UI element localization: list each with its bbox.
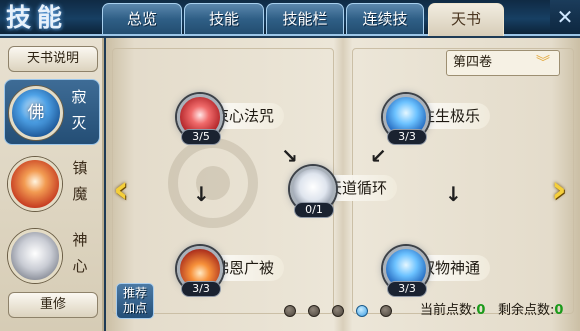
tab-heavenly-book[interactable]: 天书 [428, 3, 504, 36]
tab-skills[interactable]: 技能 [184, 3, 264, 34]
book-sidebar: 天书说明 佛 寂灭 镇魔 神心 重修 [0, 38, 104, 331]
book-name: 寂灭 [71, 88, 87, 132]
tab-combo[interactable]: 连续技 [346, 3, 424, 34]
tab-skill-bar[interactable]: 技能栏 [266, 3, 344, 34]
skill-level: 3/3 [181, 281, 221, 297]
buddha-orb-icon: 佛 [9, 86, 63, 140]
recommend-points-button[interactable]: 推荐 加点 [116, 283, 154, 319]
arrow-down-left-icon: ↙ [370, 144, 387, 168]
book-info-button[interactable]: 天书说明 [8, 46, 98, 72]
arrow-down-right-icon: ↘ [281, 144, 298, 168]
chevron-down-icon: ︾ [536, 55, 550, 71]
tab-overview[interactable]: 总览 [102, 3, 182, 34]
book-item-shenxin[interactable]: 神心 [4, 223, 100, 289]
volume-select[interactable]: 第四卷 ︾ [446, 50, 560, 76]
top-bar: 技能 总览 技能 技能栏 连续技 天书 ✕ [0, 0, 580, 36]
page-dot[interactable] [332, 305, 344, 317]
arrow-down-icon: ↓ [445, 182, 462, 206]
respec-button[interactable]: 重修 [8, 292, 98, 318]
page-dot-active[interactable] [356, 305, 368, 317]
page-dot[interactable] [380, 305, 392, 317]
volume-value: 第四卷 [453, 55, 493, 70]
window-title: 技能 [6, 3, 69, 32]
prev-page-arrow-icon[interactable]: ‹ [106, 166, 136, 212]
book-name: 镇魔 [72, 159, 88, 203]
taiji-watermark-icon [168, 138, 258, 228]
skill-level: 0/1 [294, 202, 334, 218]
skill-level: 3/5 [181, 129, 221, 145]
demon-orb-icon [8, 157, 62, 211]
book-item-jimie[interactable]: 佛 寂灭 [4, 79, 100, 145]
page-dot[interactable] [308, 305, 320, 317]
arrow-down-icon: ↓ [193, 182, 210, 206]
skill-window: 技能 总览 技能 技能栏 连续技 天书 ✕ 天书说明 佛 寂灭 镇魔 神心 重修 [0, 0, 580, 331]
close-icon[interactable]: ✕ [550, 0, 580, 34]
page-dot[interactable] [284, 305, 296, 317]
skill-level: 3/3 [387, 129, 427, 145]
spirit-orb-icon [8, 229, 62, 283]
skill-level: 3/3 [387, 281, 427, 297]
next-page-arrow-icon[interactable]: › [544, 166, 574, 212]
current-points: 当前点数:0 [420, 303, 486, 318]
remaining-points: 剩余点数:0 [498, 303, 564, 318]
book-name: 神心 [72, 231, 88, 275]
book-item-zhenmo[interactable]: 镇魔 [4, 151, 100, 217]
